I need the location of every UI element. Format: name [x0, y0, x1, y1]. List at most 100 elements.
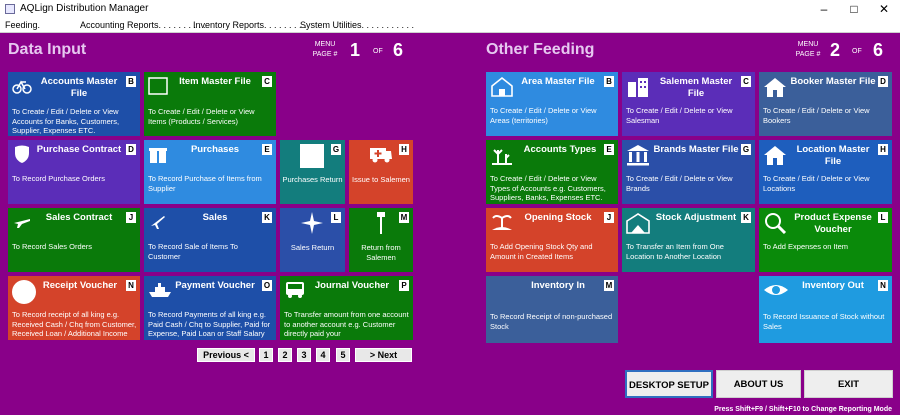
- tile-title: Area Master File: [521, 76, 595, 87]
- menu-label: MENU: [797, 41, 819, 48]
- tile-description: To Create / Edit / Delete or View Brands: [626, 174, 733, 193]
- of-label: OF: [373, 48, 383, 55]
- tile-title: Stock Adjustment: [655, 212, 737, 223]
- tile-journal-voucher[interactable]: Journal Voucher P To Transfer amount fro…: [280, 276, 413, 340]
- tile-stock-adjustment[interactable]: Stock Adjustment K To Transfer an Item f…: [622, 208, 755, 272]
- tile-sales-contract[interactable]: Sales Contract J To Record Sales Orders: [8, 208, 140, 272]
- circle-icon: [12, 280, 36, 304]
- airplane-icon: [151, 216, 165, 229]
- tile-opening-stock[interactable]: Opening Stock J To Add Opening Stock Qty…: [486, 208, 618, 272]
- hotkey-badge: M: [604, 280, 614, 291]
- tile-issue-to-salemen[interactable]: H Issue to Salemen: [349, 140, 413, 204]
- minimize-icon[interactable]: –: [810, 1, 838, 17]
- tile-description: To Create / Edit / Delete or View Items …: [148, 107, 255, 126]
- tile-purchase-contract[interactable]: Purchase Contract D To Record Purchase O…: [8, 140, 140, 204]
- hotkey-badge: M: [399, 212, 409, 223]
- next-button[interactable]: > Next: [355, 348, 412, 362]
- tile-accounts-types[interactable]: Accounts Types E To Create / Edit / Dele…: [486, 140, 618, 204]
- previous-button[interactable]: Previous <: [197, 348, 255, 362]
- tile-return-from-salemen[interactable]: M Return from Salemen: [349, 208, 413, 272]
- maximize-icon[interactable]: □: [840, 1, 868, 17]
- page-1-button[interactable]: 1: [259, 348, 273, 362]
- buildings-icon: [628, 78, 648, 97]
- page-2-button[interactable]: 2: [278, 348, 292, 362]
- tile-description: To Record Issuance of Stock without Sale…: [763, 312, 885, 331]
- tile-description: To Transfer an Item from One Location to…: [626, 242, 724, 261]
- hotkey-badge: J: [126, 212, 136, 223]
- page-3-button[interactable]: 3: [297, 348, 311, 362]
- page-total: 6: [873, 40, 884, 60]
- tile-booker-master-file[interactable]: Booker Master File D To Create / Edit / …: [759, 72, 892, 136]
- menu-label: MENU: [314, 41, 336, 48]
- hotkey-badge: N: [126, 280, 136, 291]
- tile-salemen-master-file[interactable]: Salemen Master File C To Create / Edit /…: [622, 72, 755, 136]
- of-label: OF: [852, 48, 862, 55]
- tile-description: Sales Return: [290, 243, 335, 252]
- title-bar: AQLign Distribution Manager – □ ✕: [0, 0, 900, 18]
- tile-description: To Record Purchase of Items from Supplie…: [148, 174, 262, 193]
- menu-inventory-reports[interactable]: Inventory Reports. . . . . . . . .: [193, 20, 307, 30]
- page-number: 2: [830, 40, 841, 60]
- tile-title: Opening Stock: [524, 212, 592, 223]
- menu-accounting-reports[interactable]: Accounting Reports. . . . . . . . . .: [80, 20, 206, 30]
- tile-title: Item Master File: [179, 76, 251, 87]
- hotkey-badge: E: [262, 144, 272, 155]
- tile-description: To Create / Edit / Delete or View Locati…: [763, 174, 870, 193]
- menu-system-utilities[interactable]: System Utilities. . . . . . . . . . .: [300, 20, 414, 30]
- shield-icon: [15, 145, 29, 163]
- tile-receipt-voucher[interactable]: Receipt Voucher N To Record receipt of a…: [8, 276, 140, 340]
- hotkey-badge: D: [126, 144, 136, 155]
- menu-feeding[interactable]: Feeding.: [5, 20, 40, 30]
- tile-location-master-file[interactable]: Location Master File H To Create / Edit …: [759, 140, 892, 204]
- close-icon[interactable]: ✕: [870, 1, 898, 17]
- tile-sales[interactable]: Sales K To Record Sale of Items To Custo…: [144, 208, 276, 272]
- tile-brands-master-file[interactable]: Brands Master File G To Create / Edit / …: [622, 140, 755, 204]
- tile-purchases-return[interactable]: G Purchases Return: [280, 140, 345, 204]
- tile-title: Receipt Voucher: [42, 280, 118, 291]
- hotkey-badge: C: [741, 76, 751, 87]
- tile-purchases[interactable]: Purchases E To Record Purchase of Items …: [144, 140, 276, 204]
- exit-button[interactable]: EXIT: [804, 370, 893, 398]
- reporting-mode-hint: Press Shift+F9 / Shift+F10 to Change Rep…: [714, 406, 892, 413]
- bus-icon: [286, 282, 304, 298]
- white-square-icon: [300, 144, 324, 168]
- about-us-button[interactable]: ABOUT US: [716, 370, 801, 398]
- tile-description: To Add Opening Stock Qty and Amount in C…: [490, 242, 593, 261]
- tile-title: Inventory Out: [802, 280, 864, 291]
- hotkey-badge: B: [604, 76, 614, 87]
- hotkey-badge: D: [878, 76, 888, 87]
- page-4-button[interactable]: 4: [316, 348, 330, 362]
- bicycle-icon: [12, 80, 32, 94]
- tile-inventory-in[interactable]: Inventory In M To Record Receipt of non-…: [486, 276, 618, 343]
- tile-description: To Add Expenses on Item: [763, 242, 849, 251]
- ambulance-icon: [370, 148, 392, 163]
- hotkey-badge: G: [331, 144, 341, 155]
- tile-description: To Record Sale of Items To Customer: [148, 242, 238, 261]
- tile-title: Brands Master File: [653, 144, 739, 155]
- tile-inventory-out[interactable]: Inventory Out N To Record Issuance of St…: [759, 276, 892, 343]
- page-label: PAGE #: [312, 51, 338, 58]
- airplane-icon: [14, 219, 30, 228]
- tile-description: To Record receipt of all king e.g. Recei…: [12, 310, 137, 338]
- page-label: PAGE #: [795, 51, 821, 58]
- tile-product-expense-voucher[interactable]: Product Expense Voucher L To Add Expense…: [759, 208, 892, 272]
- tile-item-master-file[interactable]: Item Master File C To Create / Edit / De…: [144, 72, 276, 136]
- island-icon: [492, 215, 512, 230]
- tile-description: To Record Purchase Orders: [12, 174, 105, 183]
- data-input-title: Data Input: [8, 41, 87, 58]
- tile-description: To Create / Edit / Delete or View Booker…: [763, 106, 870, 125]
- desktop-setup-button[interactable]: DESKTOP SETUP: [625, 370, 713, 398]
- tile-payment-voucher[interactable]: Payment Voucher O To Record Payments of …: [144, 276, 276, 340]
- hotkey-badge: P: [399, 280, 409, 291]
- hotkey-badge: L: [331, 212, 341, 223]
- compass-star-icon: [301, 212, 323, 234]
- hotkey-badge: L: [878, 212, 888, 223]
- tile-accounts-master-file[interactable]: Accounts Master File B To Create / Edit …: [8, 72, 140, 136]
- tile-sales-return[interactable]: L Sales Return: [280, 208, 345, 272]
- box-outline-icon: [148, 77, 168, 95]
- app-icon: [5, 4, 15, 14]
- tile-area-master-file[interactable]: Area Master File B To Create / Edit / De…: [486, 72, 618, 136]
- tile-title: Purchases: [190, 144, 240, 155]
- hotkey-badge: H: [399, 144, 409, 155]
- page-5-button[interactable]: 5: [336, 348, 350, 362]
